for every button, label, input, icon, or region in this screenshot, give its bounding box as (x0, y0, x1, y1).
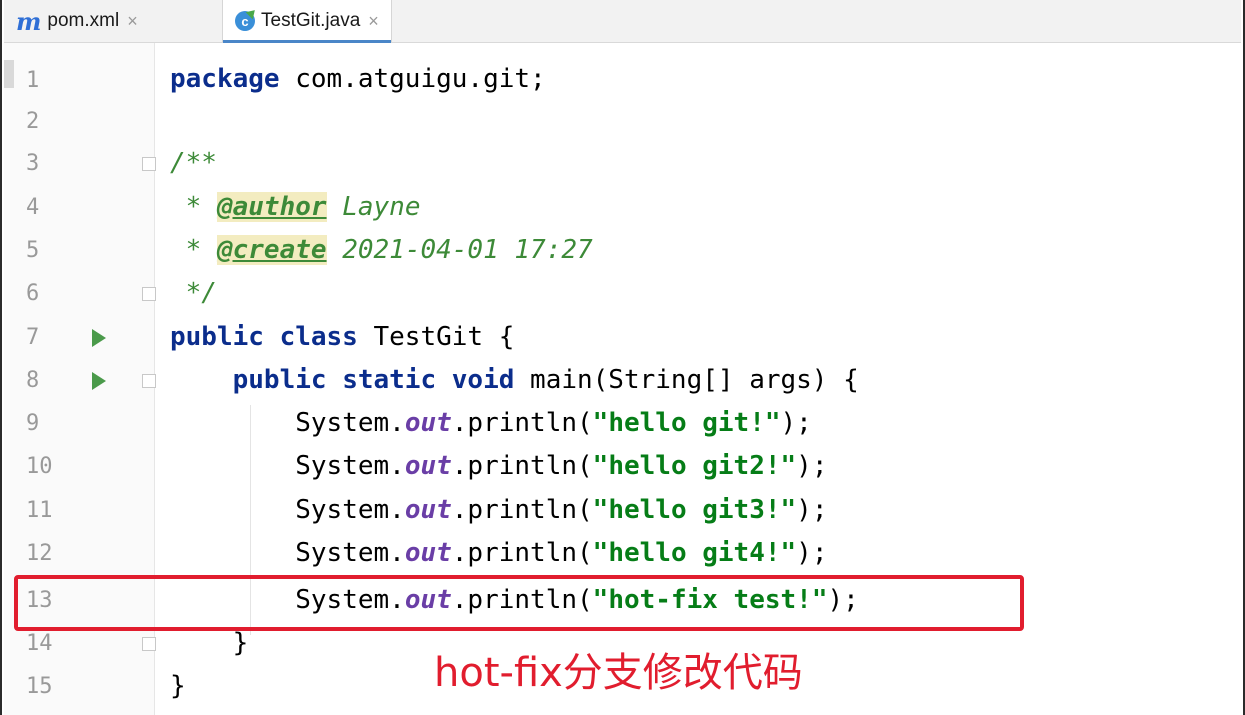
highlight-box (14, 575, 1024, 631)
code-line: * @create 2021-04-01 17:27 (170, 235, 593, 265)
tab-pom-xml[interactable]: m pom.xml × (16, 0, 138, 42)
code-line: public class TestGit { (170, 322, 515, 352)
maven-m-icon: m (16, 6, 42, 36)
editor-window: m pom.xml × c TestGit.java × 1 2 3 4 5 6… (0, 0, 1245, 715)
code-line: */ (170, 278, 217, 308)
line-number: 6 (26, 281, 40, 306)
close-icon[interactable]: × (368, 11, 379, 32)
code-line: /** (170, 148, 217, 178)
run-class-icon[interactable] (92, 329, 106, 347)
line-number: 8 (26, 368, 40, 393)
line-number: 10 (26, 454, 53, 479)
line-number: 1 (26, 68, 40, 93)
line-number: 4 (26, 195, 40, 220)
line-number: 12 (26, 541, 53, 566)
line-number: 3 (26, 151, 40, 176)
code-line: System.out.println("hello git4!"); (295, 538, 828, 568)
run-main-icon[interactable] (92, 372, 106, 390)
tab-label: TestGit.java (261, 10, 361, 31)
code-line: package com.atguigu.git; (170, 64, 546, 94)
line-number: 15 (26, 674, 53, 699)
fold-icon[interactable] (142, 374, 156, 388)
java-class-icon: c (235, 11, 255, 31)
tab-label: pom.xml (47, 10, 120, 31)
code-line: } (170, 671, 186, 701)
code-line: public static void main(String[] args) { (232, 365, 859, 395)
editor-tab-bar: m pom.xml × c TestGit.java × (4, 0, 1241, 43)
line-number: 11 (26, 498, 53, 523)
annotation-text: hot-fix分支修改代码 (434, 650, 803, 696)
code-line: System.out.println("hello git2!"); (295, 451, 828, 481)
fold-icon[interactable] (142, 287, 156, 301)
line-number: 7 (26, 325, 40, 350)
line-number: 5 (26, 238, 40, 263)
line-number: 9 (26, 411, 40, 436)
tab-testgit-java[interactable]: c TestGit.java × (222, 0, 392, 43)
line-number: 2 (26, 109, 40, 134)
scroll-marker (4, 60, 14, 88)
fold-icon[interactable] (142, 157, 156, 171)
code-line: System.out.println("hello git!"); (295, 408, 812, 438)
close-icon[interactable]: × (127, 11, 138, 32)
code-line: System.out.println("hello git3!"); (295, 495, 828, 525)
code-line: * @author Layne (170, 192, 421, 222)
fold-icon[interactable] (142, 637, 156, 651)
